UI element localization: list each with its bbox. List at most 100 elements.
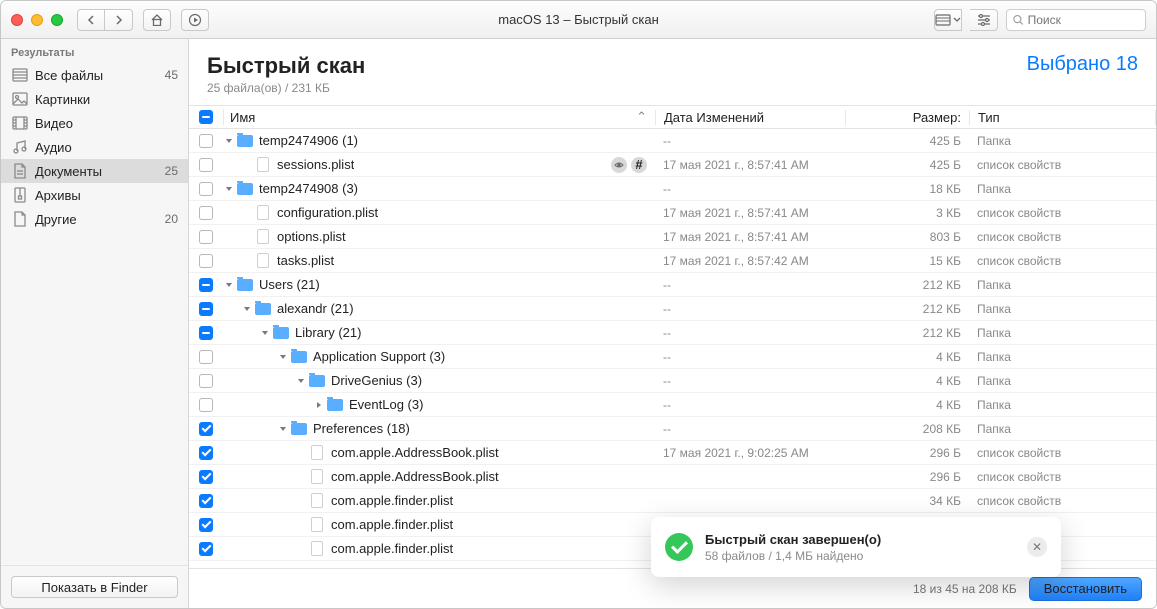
- folder-icon: [255, 301, 271, 317]
- folder-row[interactable]: alexandr (21)--212 КБПапка: [189, 297, 1156, 321]
- folder-row[interactable]: Preferences (18)--208 КБПапка: [189, 417, 1156, 441]
- chevron-down-icon[interactable]: [223, 137, 235, 145]
- footer-status: 18 из 45 на 208 КБ: [913, 582, 1017, 596]
- chevron-right-icon[interactable]: [313, 401, 325, 409]
- folder-icon: [237, 277, 253, 293]
- row-size: 212 КБ: [845, 302, 969, 316]
- select-all-checkbox[interactable]: [199, 110, 213, 124]
- sidebar-item-audio[interactable]: Аудио: [1, 135, 188, 159]
- file-row[interactable]: configuration.plist17 мая 2021 г., 8:57:…: [189, 201, 1156, 225]
- chevron-down-icon[interactable]: [259, 329, 271, 337]
- row-type: Папка: [969, 182, 1156, 196]
- row-size: 34 КБ: [845, 494, 969, 508]
- file-row[interactable]: com.apple.finder.plist34 КБсписок свойст…: [189, 489, 1156, 513]
- column-type[interactable]: Тип: [969, 110, 1156, 125]
- fullscreen-window-button[interactable]: [51, 14, 63, 26]
- row-checkbox[interactable]: [199, 374, 213, 388]
- sidebar-item-other[interactable]: Другие20: [1, 207, 188, 231]
- row-size: 208 КБ: [845, 422, 969, 436]
- row-checkbox[interactable]: [199, 470, 213, 484]
- sidebar-item-count: 20: [165, 212, 178, 226]
- sidebar-item-count: 25: [165, 164, 178, 178]
- chevron-down-icon[interactable]: [295, 377, 307, 385]
- restore-button[interactable]: Восстановить: [1029, 577, 1142, 601]
- row-checkbox[interactable]: [199, 254, 213, 268]
- sidebar-item-pictures[interactable]: Картинки: [1, 87, 188, 111]
- filter-button[interactable]: [970, 9, 998, 31]
- sidebar-item-archives[interactable]: Архивы: [1, 183, 188, 207]
- toast-close-button[interactable]: ✕: [1027, 537, 1047, 557]
- row-date: --: [655, 134, 845, 148]
- row-checkbox[interactable]: [199, 326, 213, 340]
- row-checkbox[interactable]: [199, 278, 213, 292]
- column-name[interactable]: Имя⌃: [223, 109, 655, 125]
- show-in-finder-button[interactable]: Показать в Finder: [11, 576, 178, 598]
- row-date: 17 мая 2021 г., 9:02:25 AM: [655, 446, 845, 460]
- column-date[interactable]: Дата Изменений: [655, 110, 845, 125]
- sidebar-item-documents[interactable]: Документы25: [1, 159, 188, 183]
- folder-row[interactable]: DriveGenius (3)--4 КБПапка: [189, 369, 1156, 393]
- view-options-button[interactable]: [934, 9, 962, 31]
- minimize-window-button[interactable]: [31, 14, 43, 26]
- checkmark-icon: [665, 533, 693, 561]
- folder-row[interactable]: Application Support (3)--4 КБПапка: [189, 345, 1156, 369]
- chevron-down-icon[interactable]: [223, 185, 235, 193]
- chevron-down-icon[interactable]: [277, 353, 289, 361]
- search-field[interactable]: [1006, 9, 1146, 31]
- scan-complete-toast: Быстрый скан завершен(о) 58 файлов / 1,4…: [651, 517, 1061, 577]
- video-icon: [11, 114, 29, 132]
- row-size: 212 КБ: [845, 326, 969, 340]
- row-checkbox[interactable]: [199, 302, 213, 316]
- file-row[interactable]: tasks.plist17 мая 2021 г., 8:57:42 AM15 …: [189, 249, 1156, 273]
- row-checkbox[interactable]: [199, 494, 213, 508]
- column-size[interactable]: Размер:: [845, 110, 969, 125]
- back-button[interactable]: [77, 9, 105, 31]
- close-window-button[interactable]: [11, 14, 23, 26]
- row-checkbox[interactable]: [199, 446, 213, 460]
- row-date: --: [655, 182, 845, 196]
- row-type: Папка: [969, 398, 1156, 412]
- row-checkbox[interactable]: [199, 230, 213, 244]
- chevron-down-icon[interactable]: [241, 305, 253, 313]
- file-row[interactable]: com.apple.AddressBook.plist 17 мая 2021 г…: [189, 441, 1156, 465]
- file-row[interactable]: options.plist17 мая 2021 г., 8:57:41 AM8…: [189, 225, 1156, 249]
- toast-title: Быстрый скан завершен(о): [705, 532, 881, 547]
- row-checkbox[interactable]: [199, 542, 213, 556]
- sidebar-item-all[interactable]: Все файлы45: [1, 63, 188, 87]
- row-checkbox[interactable]: [199, 350, 213, 364]
- folder-row[interactable]: Users (21)--212 КБПапка: [189, 273, 1156, 297]
- row-name: Users (21): [259, 277, 320, 292]
- row-checkbox[interactable]: [199, 518, 213, 532]
- file-list[interactable]: temp2474906 (1)--425 БПапкаsessions.plis…: [189, 129, 1156, 568]
- folder-icon: [327, 397, 343, 413]
- row-checkbox[interactable]: [199, 158, 213, 172]
- row-size: 425 Б: [845, 134, 969, 148]
- row-size: 15 КБ: [845, 254, 969, 268]
- row-type: список свойств: [969, 158, 1156, 172]
- sidebar-item-video[interactable]: Видео: [1, 111, 188, 135]
- rescan-button[interactable]: [181, 9, 209, 31]
- folder-row[interactable]: temp2474906 (1)--425 БПапка: [189, 129, 1156, 153]
- sidebar: Результаты Все файлы45КартинкиВидеоАудио…: [1, 39, 189, 608]
- folder-row[interactable]: Library (21)--212 КБПапка: [189, 321, 1156, 345]
- sidebar-item-label: Все файлы: [35, 68, 103, 83]
- home-button[interactable]: [143, 9, 171, 31]
- search-input[interactable]: [1028, 13, 1139, 27]
- row-name: temp2474906 (1): [259, 133, 358, 148]
- file-row[interactable]: sessions.plist#17 мая 2021 г., 8:57:41 A…: [189, 153, 1156, 177]
- row-type: Папка: [969, 422, 1156, 436]
- folder-row[interactable]: temp2474908 (3)--18 КБПапка: [189, 177, 1156, 201]
- row-checkbox[interactable]: [199, 398, 213, 412]
- row-checkbox[interactable]: [199, 206, 213, 220]
- chevron-down-icon[interactable]: [277, 425, 289, 433]
- forward-button[interactable]: [105, 9, 133, 31]
- row-checkbox[interactable]: [199, 422, 213, 436]
- row-checkbox[interactable]: [199, 134, 213, 148]
- file-icon: [309, 445, 325, 461]
- folder-row[interactable]: EventLog (3)--4 КБПапка: [189, 393, 1156, 417]
- row-checkbox[interactable]: [199, 182, 213, 196]
- row-name: com.apple.AddressBook.plist: [331, 445, 499, 460]
- file-icon: [255, 229, 271, 245]
- file-row[interactable]: com.apple.AddressBook.plist296 Бсписок с…: [189, 465, 1156, 489]
- chevron-down-icon[interactable]: [223, 281, 235, 289]
